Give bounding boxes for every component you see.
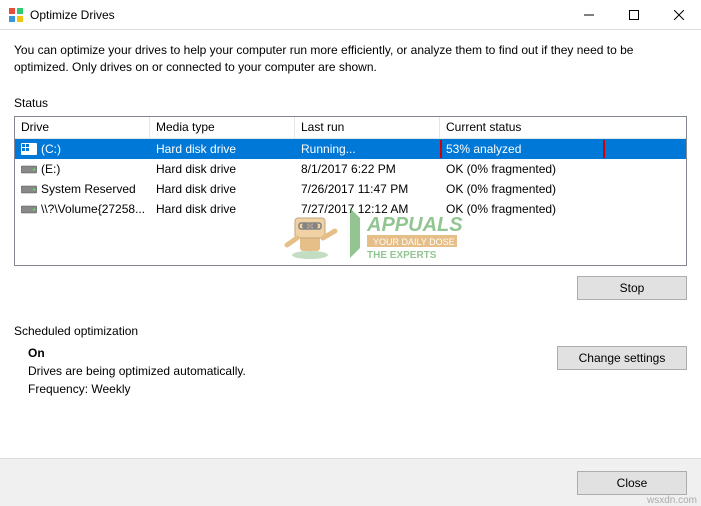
scheduled-section: Scheduled optimization On Drives are bei… bbox=[14, 324, 687, 400]
status-highlight-annotation bbox=[440, 140, 605, 158]
drive-lastrun: 7/26/2017 11:47 PM bbox=[295, 180, 440, 198]
scheduled-desc: Drives are being optimized automatically… bbox=[28, 364, 557, 378]
drive-name: (C:) bbox=[41, 142, 61, 156]
stop-button[interactable]: Stop bbox=[577, 276, 687, 300]
drive-status: OK (0% fragmented) bbox=[440, 160, 686, 178]
content-area: You can optimize your drives to help you… bbox=[0, 30, 701, 412]
status-label: Status bbox=[14, 96, 687, 110]
change-settings-button[interactable]: Change settings bbox=[557, 346, 687, 370]
drive-row[interactable]: System Reserved Hard disk drive7/26/2017 … bbox=[15, 179, 686, 199]
drive-media: Hard disk drive bbox=[150, 160, 295, 178]
drives-header: Drive Media type Last run Current status bbox=[15, 117, 686, 139]
column-status[interactable]: Current status bbox=[440, 117, 686, 138]
drive-media: Hard disk drive bbox=[150, 200, 295, 218]
scheduled-state: On bbox=[28, 346, 557, 360]
drive-lastrun: 8/1/2017 6:22 PM bbox=[295, 160, 440, 178]
minimize-button[interactable] bbox=[566, 0, 611, 29]
drive-status: OK (0% fragmented) bbox=[440, 180, 686, 198]
drive-row[interactable]: \\?\Volume{27258... Hard disk drive7/27/2… bbox=[15, 199, 686, 219]
site-watermark: wsxdn.com bbox=[647, 495, 697, 506]
maximize-button[interactable] bbox=[611, 0, 656, 29]
drive-status: 53% analyzed bbox=[440, 140, 686, 158]
watermark-tagline: YOUR DAILY DOSE bbox=[373, 237, 455, 247]
scheduled-frequency: Frequency: Weekly bbox=[28, 382, 557, 396]
drive-name: \\?\Volume{27258... bbox=[41, 202, 145, 216]
drive-row[interactable]: (C:) Hard disk driveRunning...53% analyze… bbox=[15, 139, 686, 159]
drive-row[interactable]: (E:) Hard disk drive8/1/2017 6:22 PMOK (0… bbox=[15, 159, 686, 179]
column-media[interactable]: Media type bbox=[150, 117, 295, 138]
close-dialog-button[interactable]: Close bbox=[577, 471, 687, 495]
column-lastrun[interactable]: Last run bbox=[295, 117, 440, 138]
drives-list[interactable]: Drive Media type Last run Current status… bbox=[14, 116, 687, 266]
app-icon bbox=[8, 7, 24, 23]
description-text: You can optimize your drives to help you… bbox=[14, 42, 687, 76]
drive-name: (E:) bbox=[41, 162, 60, 176]
titlebar: Optimize Drives bbox=[0, 0, 701, 30]
svg-text:THE EXPERTS: THE EXPERTS bbox=[367, 250, 437, 261]
drive-buttons: Stop bbox=[14, 276, 687, 300]
drive-lastrun: 7/27/2017 12:12 AM bbox=[295, 200, 440, 218]
drive-status: OK (0% fragmented) bbox=[440, 200, 686, 218]
column-drive[interactable]: Drive bbox=[15, 117, 150, 138]
hdd-icon bbox=[21, 203, 37, 215]
bottom-bar: Close bbox=[0, 458, 701, 506]
hdd-icon bbox=[21, 183, 37, 195]
drive-name: System Reserved bbox=[41, 182, 136, 196]
drive-lastrun: Running... bbox=[295, 140, 440, 158]
hdd-icon bbox=[21, 163, 37, 175]
windows-drive-icon bbox=[21, 143, 37, 155]
drive-media: Hard disk drive bbox=[150, 140, 295, 158]
scheduled-label: Scheduled optimization bbox=[14, 324, 687, 338]
window-controls bbox=[566, 0, 701, 29]
scheduled-info: On Drives are being optimized automatica… bbox=[14, 346, 557, 400]
close-button[interactable] bbox=[656, 0, 701, 29]
window-title: Optimize Drives bbox=[30, 8, 566, 22]
drive-media: Hard disk drive bbox=[150, 180, 295, 198]
drives-body: (C:)Hard disk driveRunning...53% analyze… bbox=[15, 139, 686, 219]
